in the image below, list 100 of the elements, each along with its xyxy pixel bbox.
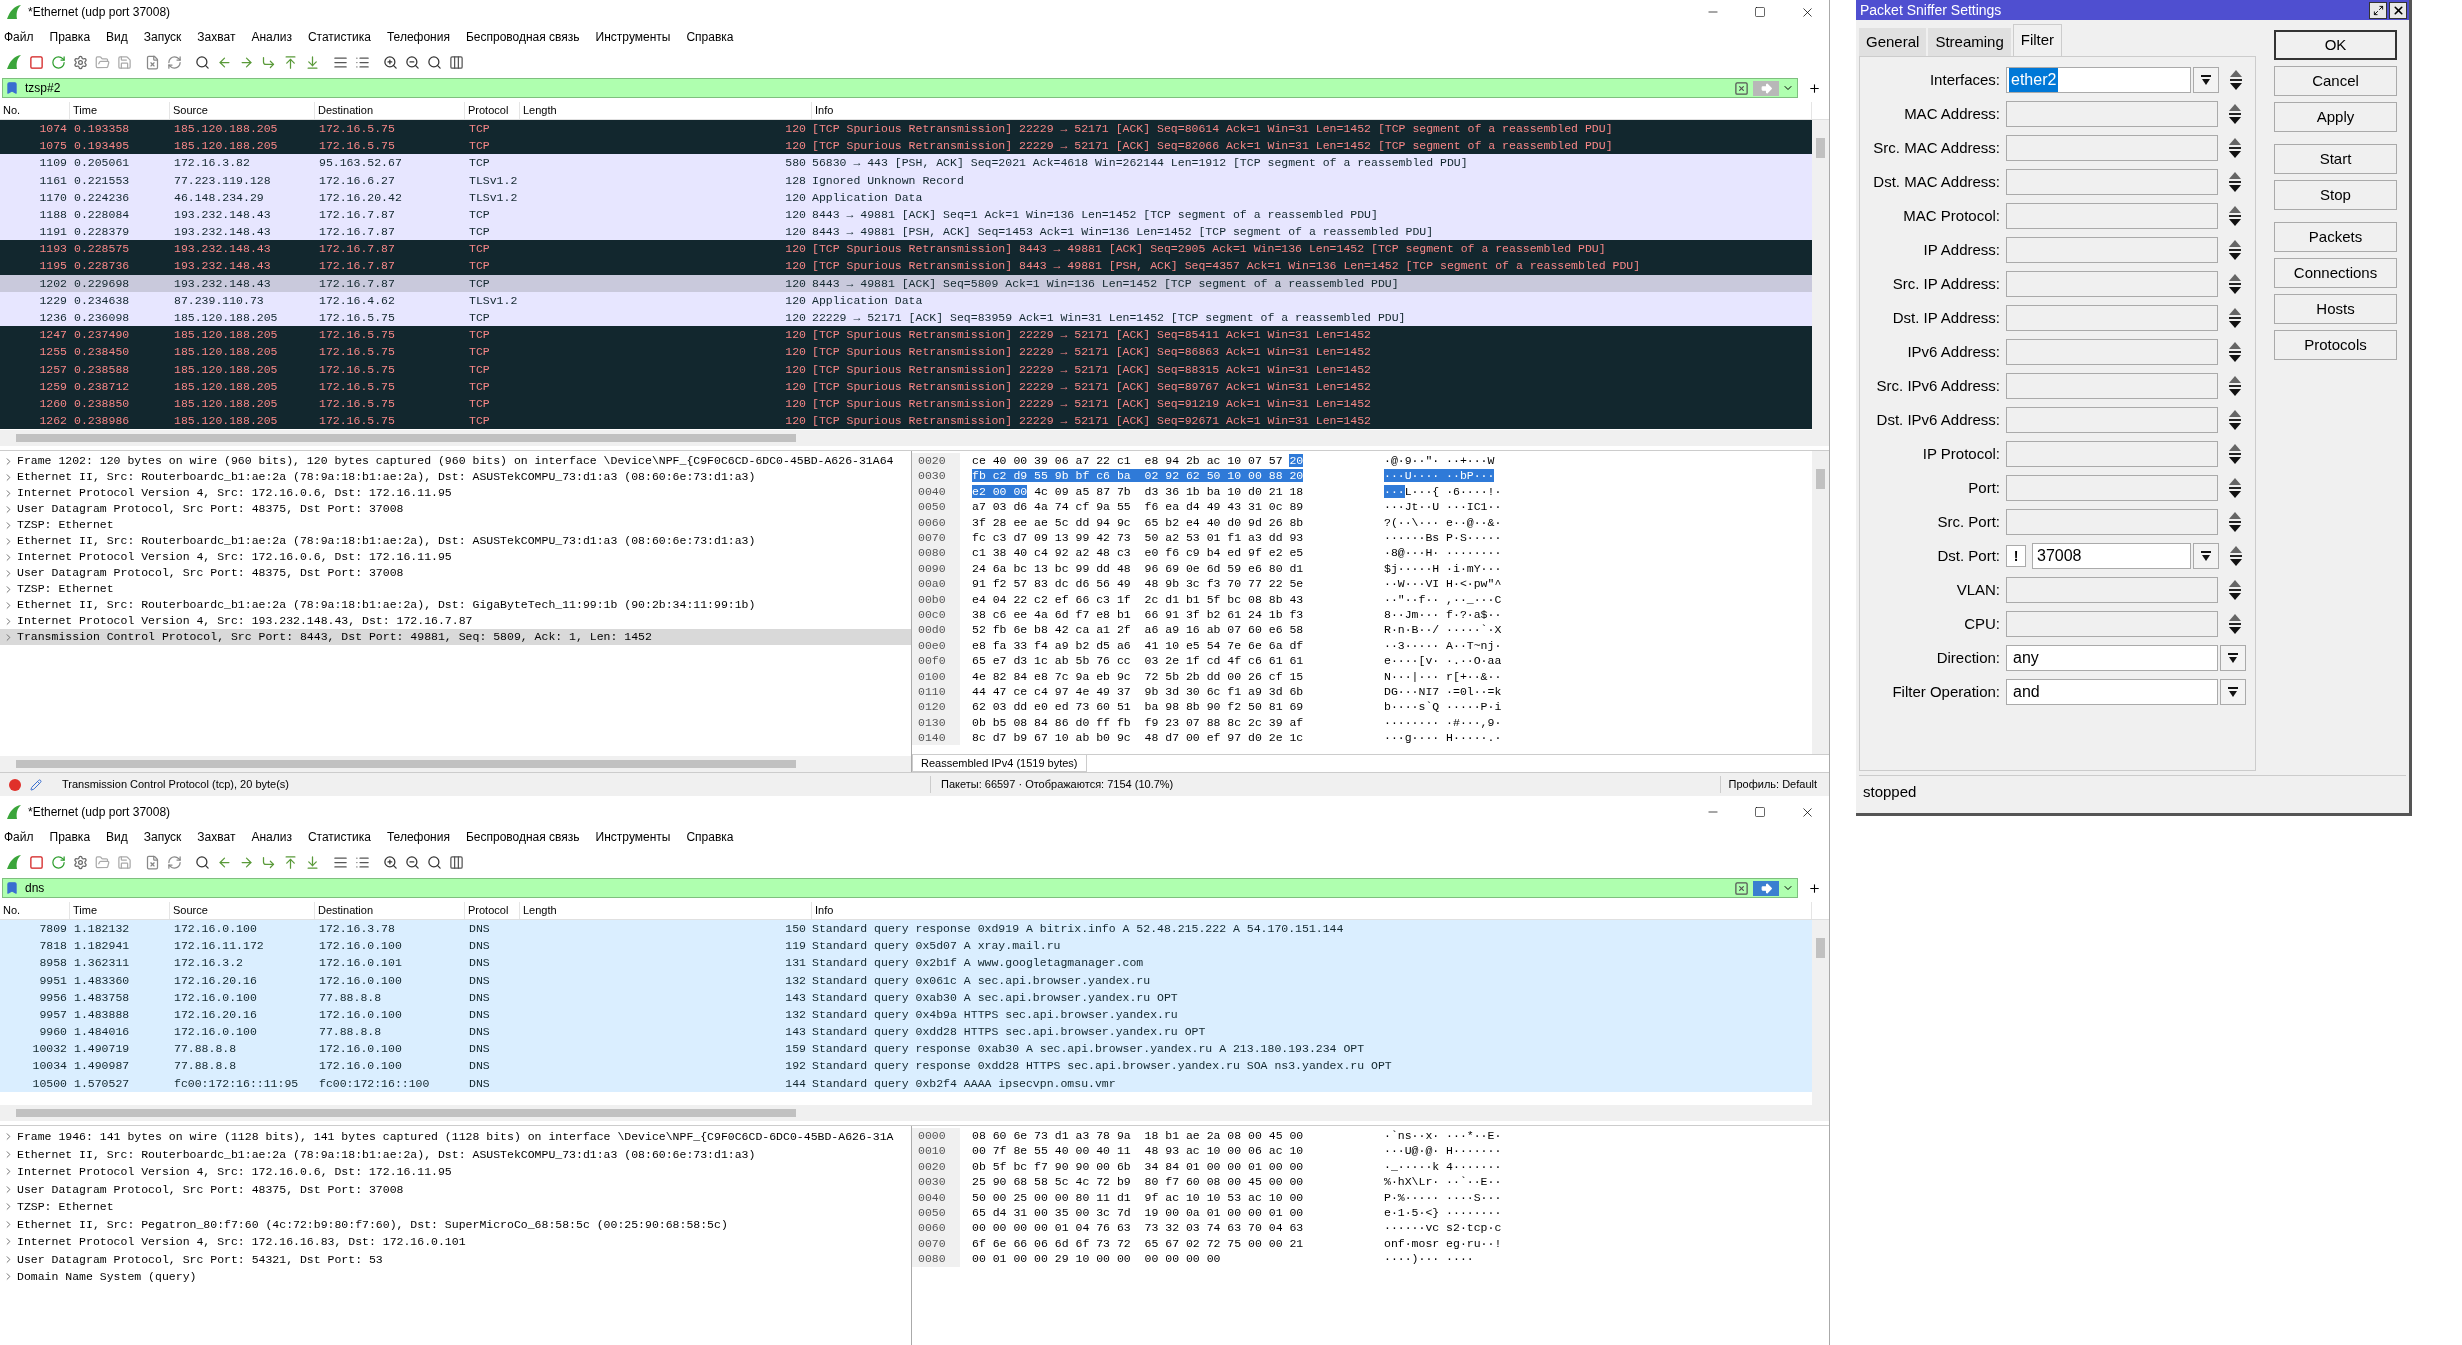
arrow-down-to-line-icon[interactable]	[305, 854, 320, 870]
tab[interactable]: Streaming	[1928, 28, 2011, 56]
close-file-icon[interactable]	[145, 54, 160, 70]
menu-item[interactable]: Анализ	[251, 28, 292, 46]
menu-item[interactable]: Захват	[197, 828, 236, 846]
menu-item[interactable]: Правка	[49, 828, 91, 846]
arrow-right-icon[interactable]	[239, 854, 254, 870]
dialog-button[interactable]: Protocols	[2274, 330, 2397, 360]
packet-row[interactable]: 7809 1.182132 172.16.0.100 172.16.3.78 DNS 150 Standard query response 0xd919 A bitrix.info A 52.48.215.222 A 54.170.151.144	[0, 920, 1812, 938]
tree-item[interactable]: Internet Protocol Version 4, Src: 172.16.0.6, Dst: 172.16.11.95	[0, 549, 911, 565]
stop-icon[interactable]	[29, 854, 44, 870]
text-field[interactable]	[2006, 441, 2218, 467]
menu-item[interactable]: Захват	[197, 28, 236, 46]
close-file-icon[interactable]	[145, 854, 160, 870]
dialog-button[interactable]: Packets	[2274, 222, 2397, 252]
spin-arrows-icon[interactable]	[2228, 171, 2242, 193]
scrollbar[interactable]	[1812, 120, 1829, 430]
spin-arrows-icon[interactable]	[2228, 477, 2242, 499]
lines-icon[interactable]	[333, 854, 348, 870]
expert-info-icon[interactable]	[8, 777, 22, 792]
text-field[interactable]	[2006, 169, 2218, 195]
menu-item[interactable]: Инструменты	[595, 828, 671, 846]
text-field[interactable]	[2006, 305, 2218, 331]
scrollbar[interactable]	[0, 430, 1829, 446]
restart-icon[interactable]	[51, 54, 66, 70]
column-header[interactable]: No.	[0, 102, 70, 119]
column-header[interactable]: Info	[812, 102, 1812, 119]
text-field[interactable]	[2006, 135, 2218, 161]
menu-item[interactable]: Беспроводная связь	[465, 828, 580, 846]
packet-row[interactable]: 1193 0.228575 193.232.148.43 172.16.7.87 TCP 120 [TCP Spurious Retransmission] 8443 → 49881 [ACK] Seq=2905 Ack=1 Win=136 Len=1452 [TCP segment of a reassembled PDU]	[0, 240, 1812, 258]
dialog-button[interactable]: Connections	[2274, 258, 2397, 288]
column-header[interactable]: Protocol	[465, 902, 520, 919]
tree-item[interactable]: User Datagram Protocol, Src Port: 48375, Dst Port: 37008	[0, 501, 911, 517]
arrow-right-icon[interactable]	[239, 54, 254, 70]
scrollbar[interactable]	[1812, 451, 1829, 754]
column-header[interactable]: Time	[70, 902, 170, 919]
settings-icon[interactable]	[73, 854, 88, 870]
menu-item[interactable]: Вид	[106, 828, 128, 846]
menu-item[interactable]: Беспроводная связь	[465, 28, 580, 46]
zoom-in-icon[interactable]	[383, 54, 398, 70]
packet-row[interactable]: 9960 1.484016 172.16.0.100 77.88.8.8 DNS 143 Standard query 0xdd28 HTTPS sec.api.browser.yandex.ru OPT	[0, 1023, 1812, 1041]
text-field[interactable]	[2006, 237, 2218, 263]
tree-item[interactable]: TZSP: Ethernet	[0, 517, 911, 533]
settings-icon[interactable]	[73, 54, 88, 70]
dialog-button[interactable]: Start	[2274, 144, 2397, 174]
tree-item[interactable]: User Datagram Protocol, Src Port: 48375, Dst Port: 37008	[0, 1180, 911, 1198]
packet-row[interactable]: 1109 0.205061 172.16.3.82 95.163.52.67 TCP 580 56830 → 443 [PSH, ACK] Seq=2021 Ack=4618 Win=262144 Len=1912 [TCP segment of a reassembled PDU]	[0, 154, 1812, 172]
display-filter-field[interactable]: dns	[2, 878, 1798, 898]
column-header[interactable]: Protocol	[465, 102, 520, 119]
negate-toggle[interactable]: !	[2006, 545, 2026, 567]
column-header[interactable]: Length	[520, 102, 812, 119]
bytes-tab[interactable]: Reassembled IPv4 (1519 bytes)	[912, 755, 1087, 772]
tree-item[interactable]: Ethernet II, Src: Routerboardc_b1:ae:2a (78:9a:18:b1:ae:2a), Dst: ASUSTekCOMPU_73:d1:a3 (08:60:6e:73:d1:a3)	[0, 1145, 911, 1163]
add-icon[interactable]	[1808, 881, 1821, 895]
menu-item[interactable]: Запуск	[143, 28, 182, 46]
packet-row[interactable]: 1255 0.238450 185.120.188.205 172.16.5.75 TCP 120 [TCP Spurious Retransmission] 22229 → 52171 [ACK] Seq=86863 Ack=1 Win=31 Len=1452	[0, 343, 1812, 361]
spin-arrows-icon[interactable]	[2228, 579, 2242, 601]
tree-item[interactable]: Internet Protocol Version 4, Src: 172.16.0.6, Dst: 172.16.11.95	[0, 1163, 911, 1181]
spin-arrows-icon[interactable]	[2228, 273, 2242, 295]
columns-icon[interactable]	[449, 854, 464, 870]
text-field[interactable]	[2006, 611, 2218, 637]
tree-item[interactable]: Domain Name System (query)	[0, 1268, 911, 1286]
packet-row[interactable]: 7818 1.182941 172.16.11.172 172.16.0.100 DNS 119 Standard query 0x5d07 A xray.mail.ru	[0, 937, 1812, 955]
tree-item[interactable]: User Datagram Protocol, Src Port: 54321, Dst Port: 53	[0, 1250, 911, 1268]
text-field[interactable]	[2006, 271, 2218, 297]
menu-item[interactable]: Вид	[106, 28, 128, 46]
list-icon[interactable]	[355, 854, 370, 870]
text-field[interactable]	[2006, 373, 2218, 399]
reload-icon[interactable]	[167, 854, 182, 870]
spin-arrows-icon[interactable]	[2228, 205, 2242, 227]
text-field[interactable]	[2006, 339, 2218, 365]
folder-icon[interactable]	[95, 854, 110, 870]
spin-arrows-icon[interactable]	[2228, 511, 2242, 533]
magnifier-icon[interactable]	[427, 854, 442, 870]
spin-arrows-icon[interactable]	[2228, 103, 2242, 125]
menu-item[interactable]: Запуск	[143, 828, 182, 846]
tree-item[interactable]: Transmission Control Protocol, Src Port: 8443, Dst Port: 49881, Seq: 5809, Ack: 1, Len: 1452	[0, 629, 911, 645]
tab[interactable]: General	[1859, 28, 1927, 56]
save-icon[interactable]	[117, 54, 132, 70]
select-field[interactable]: and	[2006, 679, 2218, 705]
add-icon[interactable]	[1808, 81, 1821, 95]
select-field[interactable]: any	[2006, 645, 2218, 671]
scrollbar[interactable]	[0, 756, 911, 772]
packet-row[interactable]: 1260 0.238850 185.120.188.205 172.16.5.75 TCP 120 [TCP Spurious Retransmission] 22229 → 52171 [ACK] Seq=91219 Ack=1 Win=31 Len=1452	[0, 395, 1812, 413]
text-field[interactable]	[2006, 475, 2218, 501]
spin-arrows-icon[interactable]	[2228, 443, 2242, 465]
jump-arrow-icon[interactable]	[261, 54, 276, 70]
display-filter-field[interactable]: tzsp#2	[2, 78, 1798, 98]
menu-item[interactable]: Анализ	[251, 828, 292, 846]
pencil-icon[interactable]	[30, 778, 42, 791]
dialog-button[interactable]: OK	[2274, 30, 2397, 60]
zoom-out-icon[interactable]	[405, 854, 420, 870]
menu-item[interactable]: Справка	[686, 828, 734, 846]
spin-arrows-icon[interactable]	[2228, 375, 2242, 397]
zoom-in-icon[interactable]	[383, 854, 398, 870]
zoom-out-icon[interactable]	[405, 54, 420, 70]
tree-item[interactable]: Ethernet II, Src: Routerboardc_b1:ae:2a (78:9a:18:b1:ae:2a), Dst: ASUSTekCOMPU_73:d1:a3 (08:60:6e:73:d1:a3)	[0, 533, 911, 549]
combo-field[interactable]: 37008	[2032, 543, 2191, 569]
packet-row[interactable]: 8958 1.362311 172.16.3.2 172.16.0.101 DNS 131 Standard query 0x2b1f A www.googletagmanager.com	[0, 954, 1812, 972]
arrow-left-icon[interactable]	[217, 54, 232, 70]
